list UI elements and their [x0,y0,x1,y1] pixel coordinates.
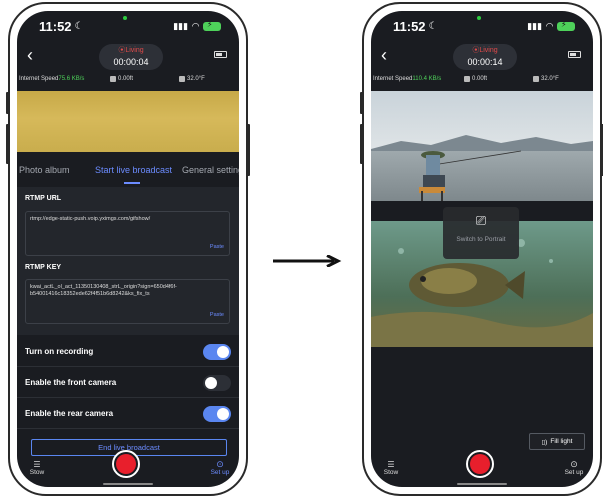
record-button[interactable] [466,450,494,478]
living-indicator: ⦿Living [472,47,498,54]
rtmp-url-value: rtmp://edge-static-push.voip.yximgs.com/… [30,216,151,222]
fill-light-label: Fill light [550,438,573,445]
volume-up-button [360,92,363,114]
speed-label: Internet Speed [19,76,59,82]
rtmp-key-field[interactable]: kwai_actL_ol_act_11350130408_strL_origin… [25,279,230,324]
charging-battery-icon [557,20,575,31]
stow-label: Stow [29,469,45,476]
speed-value: 75.6 KB/s [58,76,85,82]
rtmp-url-field[interactable]: rtmp://edge-static-push.voip.yximgs.com/… [25,211,230,256]
toggle-row-recording: Turn on recording [17,337,239,367]
depth-icon [110,76,116,82]
setup-icon: ⊙ [570,459,578,469]
rotate-screen-icon: ⎚ [475,213,487,228]
live-timer: 00:00:04 [113,57,149,67]
fill-light-button[interactable]: ▯) Fill light [529,433,585,450]
record-button[interactable] [112,450,140,478]
volume-down-button [360,124,363,164]
toggle-label: Enable the rear camera [25,409,114,418]
toggle-row-front-camera: Enable the front camera [17,368,239,398]
tab-start-live-broadcast[interactable]: Start live broadcast [95,165,172,175]
rear-camera-toggle[interactable] [203,405,231,422]
speed-label: Internet Speed [373,76,413,82]
stow-icon: ☰ [33,460,41,469]
setup-button[interactable]: ⊙ Set up [563,459,585,477]
temperature-icon [179,76,185,82]
status-bar: 11:52 ☾ ▮▮▮ ◠ [371,11,593,41]
info-row: Internet Speed110.4 KB/s 0.00ft 32.0°F [371,73,593,85]
moon-icon: ☾ [74,20,84,32]
tab-general-settings[interactable]: General settings [182,165,239,175]
rotate-popup-label: Switch to Portrait [456,236,506,243]
rtmp-url-label: RTMP URL [25,195,62,202]
nav-header: ‹ ⦿Living 00:00:14 [371,41,593,71]
volume-up-button [6,92,9,114]
device-battery-icon [214,51,227,58]
setup-button[interactable]: ⊙ Set up [209,459,231,477]
signal-icon: ▮▮▮ [173,20,189,31]
rtmp-key-value: kwai_actL_ol_act_11350130408_strL_origin… [30,284,177,297]
live-status-pill: ⦿Living 00:00:14 [453,44,517,70]
stow-icon: ☰ [387,460,395,469]
status-time: 11:52 [39,18,72,34]
device-battery-icon [568,51,581,58]
front-camera-toggle[interactable] [203,374,231,391]
live-status-pill: ⦿Living 00:00:04 [99,44,163,70]
charging-battery-icon [203,20,221,31]
stow-button[interactable]: ☰ Stow [381,460,401,476]
video-preview[interactable] [17,91,239,152]
back-icon[interactable]: ‹ [27,45,33,66]
temperature-icon [533,76,539,82]
setup-icon: ⊙ [216,459,224,469]
bottom-bar: ☰ Stow ⊙ Set up [17,450,239,487]
recording-toggle[interactable] [203,343,231,360]
signal-icon: ▮▮▮ [527,20,543,31]
living-indicator: ⦿Living [118,47,144,54]
wifi-icon: ◠ [546,20,553,31]
fill-light-icon: ▯) [541,438,548,446]
rtmp-panel: RTMP URL rtmp://edge-static-push.voip.yx… [17,187,239,335]
stow-label: Stow [383,469,399,476]
volume-down-button [6,124,9,164]
phone-left: 11:52 ☾ ▮▮▮ ◠ ‹ ⦿Living 00:00:04 Interne… [6,2,250,496]
status-bar: 11:52 ☾ ▮▮▮ ◠ [17,11,239,41]
switch-to-portrait-popup[interactable]: ⎚ Switch to Portrait [443,207,519,259]
home-indicator [103,483,153,485]
rtmp-key-paste-button[interactable]: Paste [210,312,224,319]
phone-right: 11:52 ☾ ▮▮▮ ◠ ‹ ⦿Living 00:00:14 Interne… [360,2,603,496]
active-tab-indicator [124,182,140,184]
depth-value: 0.00ft [472,76,488,82]
live-timer: 00:00:14 [467,57,503,67]
setup-label: Set up [564,469,584,476]
home-indicator [457,483,507,485]
settings-tabs: Photo album Start live broadcast General… [17,161,239,185]
nav-header: ‹ ⦿Living 00:00:04 [17,41,239,71]
setup-label: Set up [210,469,230,476]
temperature-value: 32.0°F [187,76,205,82]
depth-icon [464,76,470,82]
toggle-label: Enable the front camera [25,378,117,387]
depth-value: 0.00ft [118,76,134,82]
moon-icon: ☾ [428,20,438,32]
temperature-value: 32.0°F [541,76,559,82]
toggle-row-rear-camera: Enable the rear camera [17,399,239,429]
stow-button[interactable]: ☰ Stow [27,460,47,476]
back-icon[interactable]: ‹ [381,45,387,66]
info-row: Internet Speed75.6 KB/s 0.00ft 32.0°F [17,73,239,85]
toggle-label: Turn on recording [25,347,94,356]
app-screen-left: 11:52 ☾ ▮▮▮ ◠ ‹ ⦿Living 00:00:04 Interne… [17,11,239,487]
power-button [247,124,250,176]
rtmp-key-label: RTMP KEY [25,264,62,271]
status-time: 11:52 [393,18,426,34]
front-camera-video[interactable] [371,91,593,201]
speed-value: 110.4 KB/s [412,76,442,82]
app-screen-right: 11:52 ☾ ▮▮▮ ◠ ‹ ⦿Living 00:00:14 Interne… [371,11,593,487]
bottom-bar: ☰ Stow ⊙ Set up [371,450,593,487]
tab-photo-album[interactable]: Photo album [19,165,70,175]
wifi-icon: ◠ [192,20,199,31]
transition-arrow-icon [273,255,342,267]
rtmp-url-paste-button[interactable]: Paste [210,244,224,251]
